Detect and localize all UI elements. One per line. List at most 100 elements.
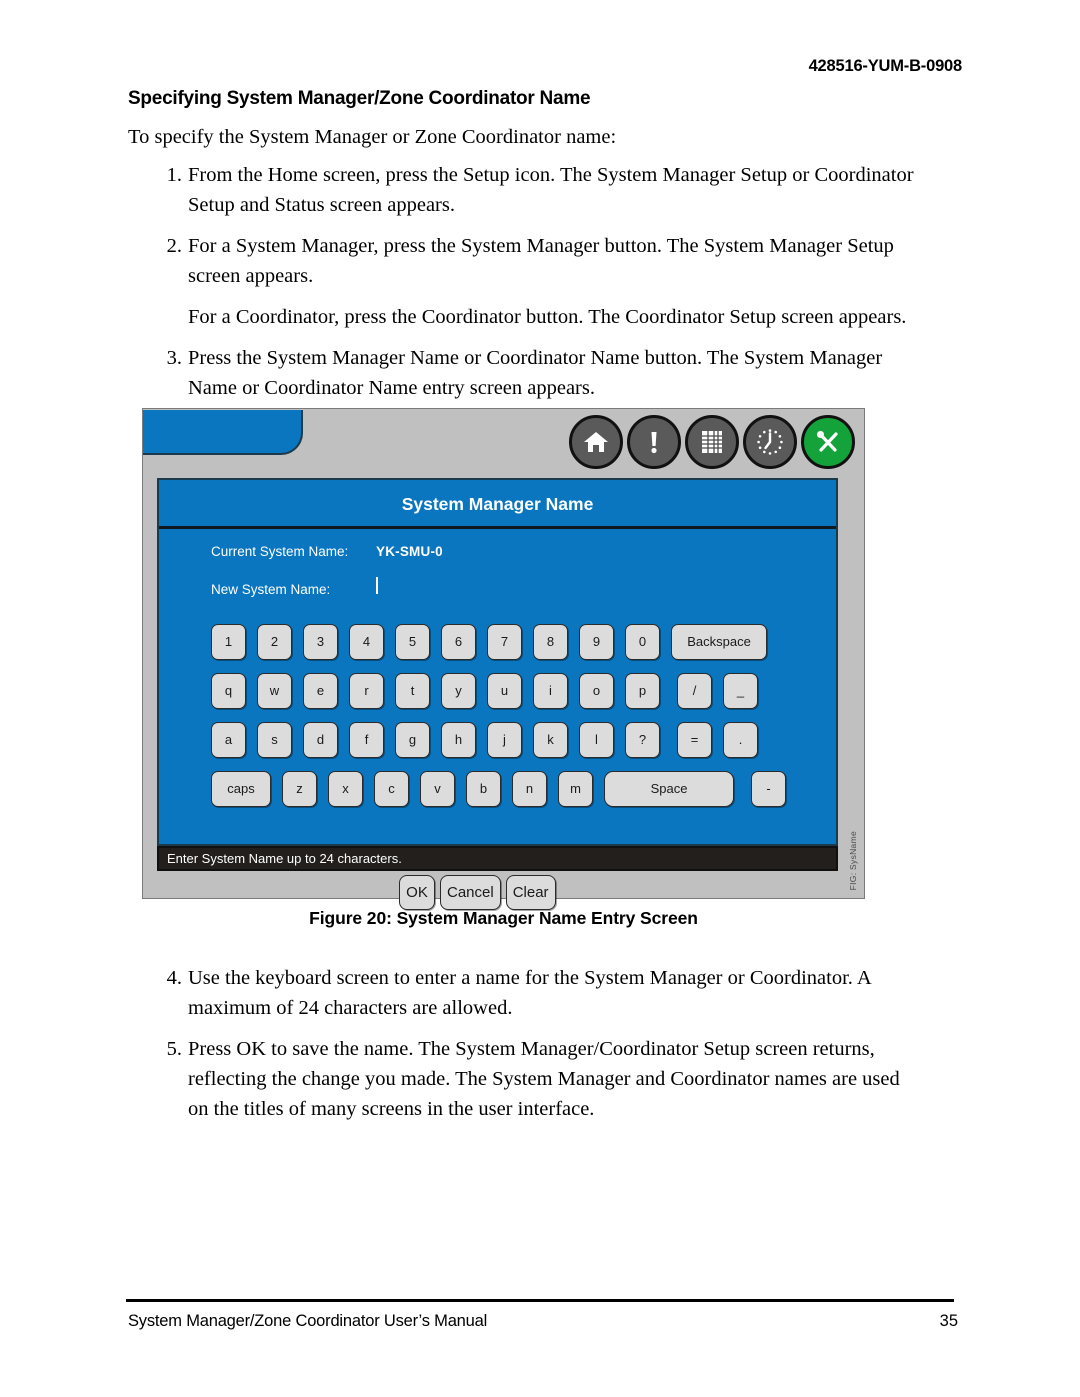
step-number: 4. [166,967,182,989]
key-hyphen[interactable]: - [751,770,786,807]
key-a[interactable]: a [211,721,246,758]
current-name-label: Current System Name: [211,544,349,559]
footer-divider [126,1299,954,1302]
new-name-row: New System Name: [211,577,811,610]
list-item: 2. For a System Manager, press the Syste… [128,231,918,291]
step-text: Press OK to save the name. The System Ma… [188,1038,900,1120]
name-entry-panel: System Manager Name Current System Name:… [157,478,838,846]
text-cursor [376,577,378,594]
step-number: 2. [166,235,182,257]
key-period[interactable]: . [723,721,758,758]
steps-list-top: 1. From the Home screen, press the Setup… [128,160,918,414]
key-c[interactable]: c [374,770,409,807]
key-backspace[interactable]: Backspace [671,623,767,660]
list-item: 5. Press OK to save the name. The System… [128,1034,918,1124]
key-p[interactable]: p [625,672,660,709]
key-slash[interactable]: / [677,672,712,709]
onscreen-keyboard: 1 2 3 4 5 6 7 8 9 0 Backspace q w e r t … [211,617,811,813]
key-9[interactable]: 9 [579,623,614,660]
key-1[interactable]: 1 [211,623,246,660]
keyboard-row-digits: 1 2 3 4 5 6 7 8 9 0 Backspace [211,617,811,666]
key-x[interactable]: x [328,770,363,807]
screen-tab[interactable] [143,410,303,455]
key-k[interactable]: k [533,721,568,758]
schedule-grid-icon[interactable] [685,415,739,469]
key-equals[interactable]: = [677,721,712,758]
step-text: For a Coordinator, press the Coordinator… [188,306,907,328]
key-0[interactable]: 0 [625,623,660,660]
key-o[interactable]: o [579,672,614,709]
key-g[interactable]: g [395,721,430,758]
step-text: Use the keyboard screen to enter a name … [188,967,871,1019]
key-6[interactable]: 6 [441,623,476,660]
key-e[interactable]: e [303,672,338,709]
key-s[interactable]: s [257,721,292,758]
clear-button[interactable]: Clear [505,875,556,910]
step-number: 5. [166,1038,182,1060]
step-text: Press the System Manager Name or Coordin… [188,347,883,399]
key-f[interactable]: f [349,721,384,758]
steps-list-bottom: 4. Use the keyboard screen to enter a na… [128,963,918,1135]
key-l[interactable]: l [579,721,614,758]
list-item: 4. Use the keyboard screen to enter a na… [128,963,918,1023]
current-name-value: YK-SMU-0 [376,544,443,559]
footer-page-number: 35 [939,1312,958,1330]
key-7[interactable]: 7 [487,623,522,660]
list-item: 3. Press the System Manager Name or Coor… [128,343,918,403]
keyboard-row-qwerty: q w e r t y u i o p / _ [211,666,811,715]
key-j[interactable]: j [487,721,522,758]
action-buttons: OK Cancel Clear [399,875,556,910]
device-screen-frame: System Manager Name Current System Name:… [142,408,865,910]
current-name-row: Current System Name: YK-SMU-0 [211,544,811,577]
key-8[interactable]: 8 [533,623,568,660]
key-5[interactable]: 5 [395,623,430,660]
alarm-exclamation-icon[interactable] [627,415,681,469]
document-page: 428516-YUM-B-0908 Specifying System Mana… [0,0,1080,1397]
key-i[interactable]: i [533,672,568,709]
home-icon[interactable] [569,415,623,469]
list-item-continuation: For a Coordinator, press the Coordinator… [128,302,918,332]
tools-setup-icon[interactable] [801,415,855,469]
key-4[interactable]: 4 [349,623,384,660]
document-code: 428516-YUM-B-0908 [808,57,963,75]
keyboard-row-zxcv: caps z x c v b n m Space - [211,764,811,813]
key-m[interactable]: m [558,770,593,807]
key-b[interactable]: b [466,770,501,807]
panel-title: System Manager Name [159,480,836,529]
key-d[interactable]: d [303,721,338,758]
key-u[interactable]: u [487,672,522,709]
list-item: 1. From the Home screen, press the Setup… [128,160,918,220]
key-underscore[interactable]: _ [723,672,758,709]
status-bar: Enter System Name up to 24 characters. [157,846,838,871]
step-number: 1. [166,164,182,186]
key-r[interactable]: r [349,672,384,709]
ok-button[interactable]: OK [399,875,435,910]
key-3[interactable]: 3 [303,623,338,660]
footer-title: System Manager/Zone Coordinator User’s M… [128,1312,488,1330]
key-h[interactable]: h [441,721,476,758]
figure-screenshot: System Manager Name Current System Name:… [142,408,865,910]
key-w[interactable]: w [257,672,292,709]
key-t[interactable]: t [395,672,430,709]
key-space[interactable]: Space [604,770,734,807]
figure-caption: Figure 20: System Manager Name Entry Scr… [309,908,698,928]
name-fields: Current System Name: YK-SMU-0 New System… [211,544,811,610]
keyboard-row-asdf: a s d f g h j k l ? = . [211,715,811,764]
key-n[interactable]: n [512,770,547,807]
step-number: 3. [166,347,182,369]
key-question[interactable]: ? [625,721,660,758]
new-name-label: New System Name: [211,582,331,597]
key-z[interactable]: z [282,770,317,807]
intro-paragraph: To specify the System Manager or Zone Co… [128,126,617,148]
clock-icon[interactable] [743,415,797,469]
key-y[interactable]: y [441,672,476,709]
key-caps[interactable]: caps [211,770,271,807]
section-heading: Specifying System Manager/Zone Coordinat… [128,88,591,109]
key-2[interactable]: 2 [257,623,292,660]
device-toolbar [563,411,861,473]
figure-side-label: FIG: SysName [848,830,858,890]
step-text: From the Home screen, press the Setup ic… [188,164,914,216]
key-q[interactable]: q [211,672,246,709]
cancel-button[interactable]: Cancel [440,875,501,910]
key-v[interactable]: v [420,770,455,807]
